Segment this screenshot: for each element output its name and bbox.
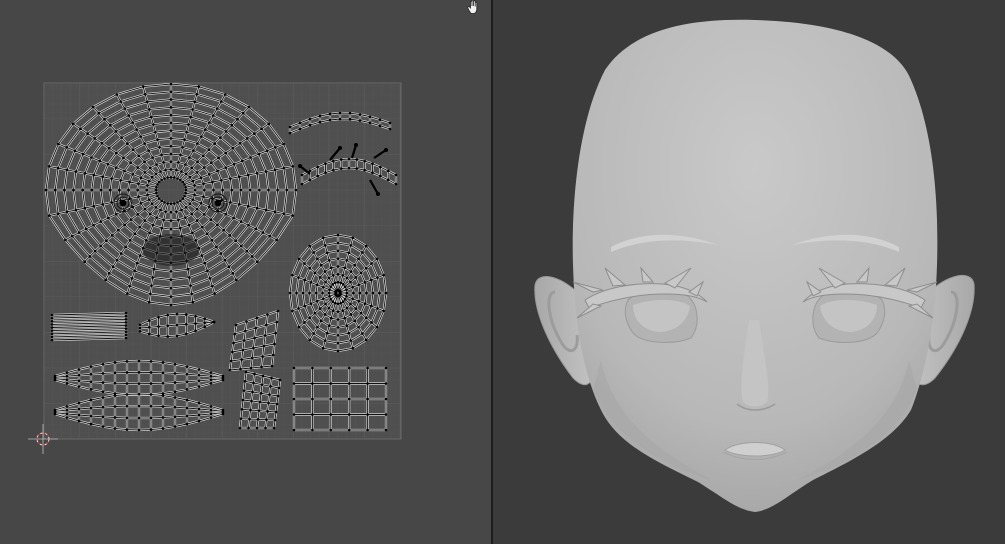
head-mesh[interactable] [534, 19, 975, 513]
hand-pan-icon[interactable] [465, 0, 483, 15]
viewport-canvas[interactable] [493, 0, 1005, 544]
head-shape [572, 19, 938, 513]
uv-canvas[interactable] [0, 0, 491, 544]
3d-viewport[interactable] [493, 0, 1005, 544]
uv-editor[interactable] [0, 0, 491, 544]
